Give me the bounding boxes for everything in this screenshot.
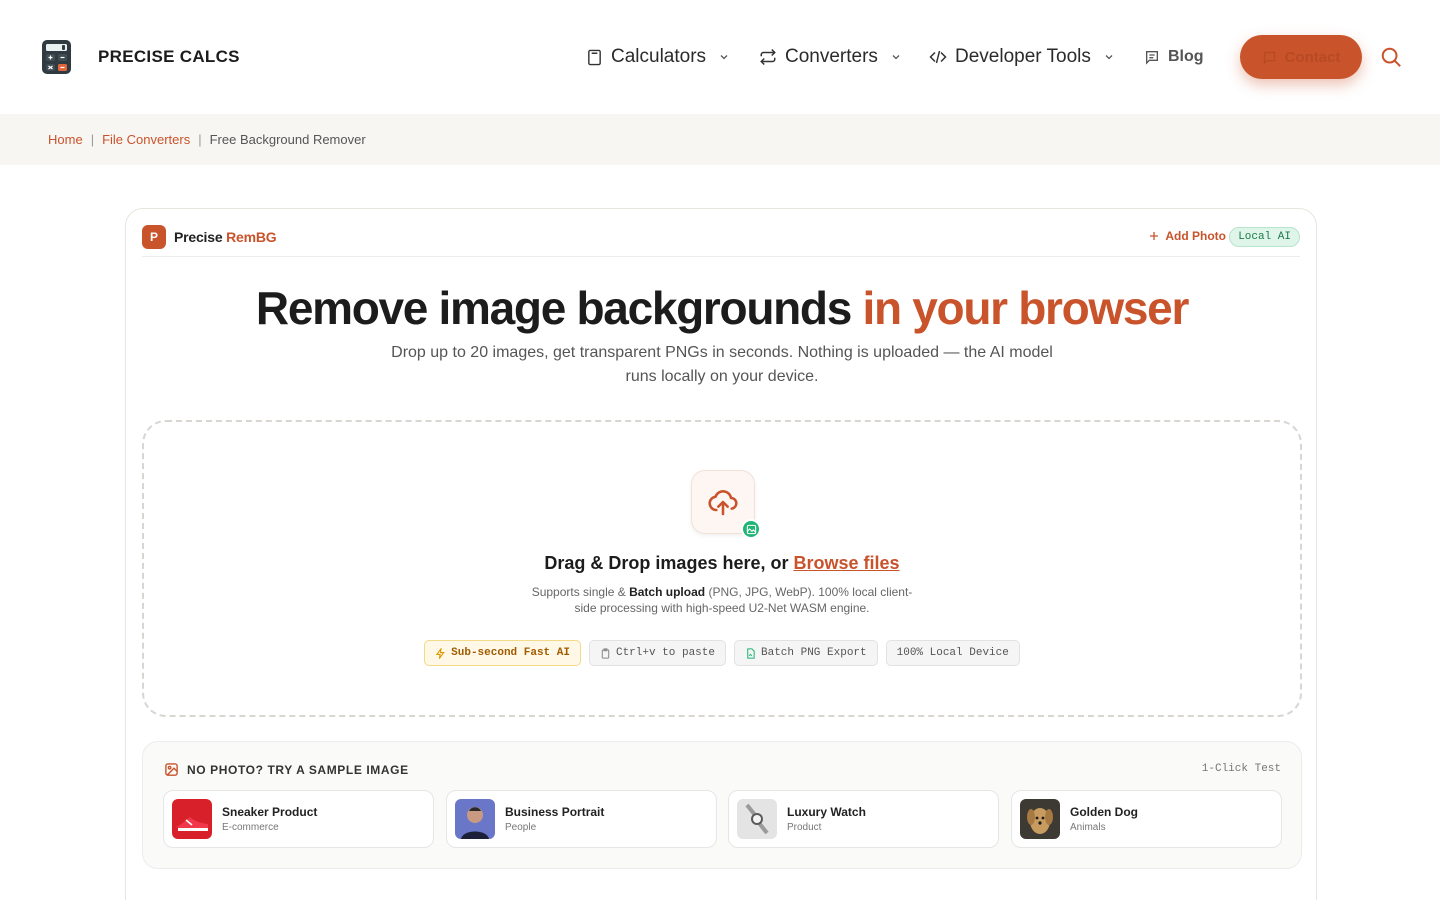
watch-thumbnail	[737, 799, 777, 839]
app-name: Precise RemBG	[174, 229, 277, 245]
nav-blog-label: Blog	[1168, 48, 1204, 65]
image-dropzone[interactable]: Drag & Drop images here, or Browse files…	[142, 420, 1302, 717]
file-image-icon	[747, 647, 755, 659]
app-name-prefix: Precise	[174, 229, 223, 245]
dropzone-desc-suffix: (PNG, JPG, WebP). 100% local client-side…	[574, 585, 913, 615]
app-header: P Precise RemBG Add Photo Local AI	[142, 225, 1300, 257]
chip-fast-ai: Sub-second Fast AI	[424, 640, 581, 666]
breadcrumb-bar: Home | File Converters | Free Background…	[0, 114, 1440, 165]
chip-paste-label: Ctrl+v to paste	[615, 647, 715, 659]
chip-local-device-label: 100% Local Device	[896, 647, 1009, 659]
nav-developer-tools-label: Developer Tools	[955, 46, 1091, 67]
breadcrumb-current: Free Background Remover	[209, 132, 366, 147]
add-photo-button[interactable]: Add Photo	[1148, 229, 1226, 243]
contact-button-label: Contact	[1284, 48, 1341, 66]
nav-converters[interactable]: Converters	[759, 44, 902, 70]
sneaker-thumbnail	[172, 799, 212, 839]
nav-developer-tools[interactable]: Developer Tools	[929, 44, 1115, 70]
title-accent: in your browser	[862, 282, 1190, 334]
chip-fast-ai-label: Sub-second Fast AI	[451, 647, 570, 659]
breadcrumb-file-converters[interactable]: File Converters	[102, 132, 190, 147]
clipboard-icon	[601, 647, 610, 659]
dog-thumbnail	[1020, 799, 1060, 839]
app-badge: P	[142, 225, 166, 249]
lightning-icon	[435, 647, 445, 659]
chevron-down-icon	[1105, 55, 1113, 60]
contact-button[interactable]: Contact	[1240, 35, 1362, 79]
add-photo-label: Add Photo	[1165, 229, 1226, 243]
dropzone-title-text: Drag & Drop images here, or	[544, 553, 789, 573]
image-icon	[165, 763, 178, 776]
dropzone-desc-bold: Batch upload	[629, 585, 706, 599]
chevron-down-icon	[892, 55, 900, 60]
sample-category: E-commerce	[222, 822, 279, 833]
chip-batch-export: Batch PNG Export	[734, 640, 878, 666]
samples-tag: 1-Click Test	[1201, 763, 1281, 775]
chip-local-device: 100% Local Device	[885, 640, 1020, 666]
sample-portrait[interactable]: Business Portrait People	[446, 790, 717, 848]
portrait-thumbnail	[455, 799, 495, 839]
breadcrumb-separator: |	[90, 132, 95, 147]
app-name-accent: RemBG	[226, 229, 277, 245]
plus-icon	[1150, 232, 1159, 240]
sample-name: Sneaker Product	[222, 805, 318, 819]
sample-dog[interactable]: Golden Dog Animals	[1011, 790, 1282, 848]
nav-calculators-label: Calculators	[611, 46, 707, 67]
sample-name: Luxury Watch	[787, 805, 866, 819]
message-icon	[1263, 51, 1275, 65]
brand-name[interactable]: PRECISE CALCS	[98, 47, 240, 67]
upload-tile	[691, 470, 761, 539]
code-icon	[929, 50, 947, 64]
sample-name: Business Portrait	[505, 805, 605, 819]
chip-batch-export-label: Batch PNG Export	[761, 647, 867, 659]
sample-category: People	[505, 822, 537, 833]
local-ai-badge: Local AI	[1229, 227, 1300, 247]
page-title: Remove image backgrounds in your browser	[126, 281, 1318, 335]
nav-blog[interactable]: Blog	[1144, 44, 1204, 70]
sample-category: Animals	[1070, 822, 1106, 833]
dropzone-description: Supports single & Batch upload (PNG, JPG…	[522, 584, 922, 616]
blog-icon	[1146, 51, 1158, 65]
sample-name: Golden Dog	[1070, 805, 1138, 819]
chevron-down-icon	[720, 55, 728, 60]
feature-chips: Sub-second Fast AI Ctrl+v to paste Batch…	[144, 640, 1300, 666]
dropzone-desc-prefix: Supports single &	[531, 585, 626, 599]
calculator-logo-icon[interactable]	[41, 39, 72, 75]
sample-sneaker[interactable]: Sneaker Product E-commerce	[163, 790, 434, 848]
nav-converters-label: Converters	[785, 46, 878, 67]
dropzone-title: Drag & Drop images here, or Browse files	[144, 553, 1300, 574]
calculator-icon	[588, 49, 601, 65]
browse-files-link[interactable]: Browse files	[794, 553, 900, 573]
page-subtitle: Drop up to 20 images, get transparent PN…	[391, 344, 1053, 385]
breadcrumb: Home | File Converters | Free Background…	[48, 132, 366, 147]
breadcrumb-separator: |	[198, 132, 202, 147]
chip-paste: Ctrl+v to paste	[588, 640, 726, 666]
image-badge-icon	[741, 519, 761, 539]
nav-calculators[interactable]: Calculators	[586, 44, 730, 70]
repeat-arrows-icon	[760, 48, 776, 66]
site-header: PRECISE CALCS Calculators Converters Dev…	[0, 0, 1440, 114]
sample-images-panel: NO PHOTO? TRY A SAMPLE IMAGE 1-Click Tes…	[142, 741, 1302, 869]
sample-category: Product	[787, 822, 822, 833]
search-icon[interactable]	[1380, 46, 1402, 68]
rembg-app-card: P Precise RemBG Add Photo Local AI Remov…	[125, 208, 1317, 900]
breadcrumb-home[interactable]: Home	[48, 132, 83, 147]
title-main: Remove image backgrounds	[255, 282, 852, 334]
cloud-upload-icon	[708, 490, 738, 516]
sample-watch[interactable]: Luxury Watch Product	[728, 790, 999, 848]
samples-label: NO PHOTO? TRY A SAMPLE IMAGE	[187, 763, 409, 777]
